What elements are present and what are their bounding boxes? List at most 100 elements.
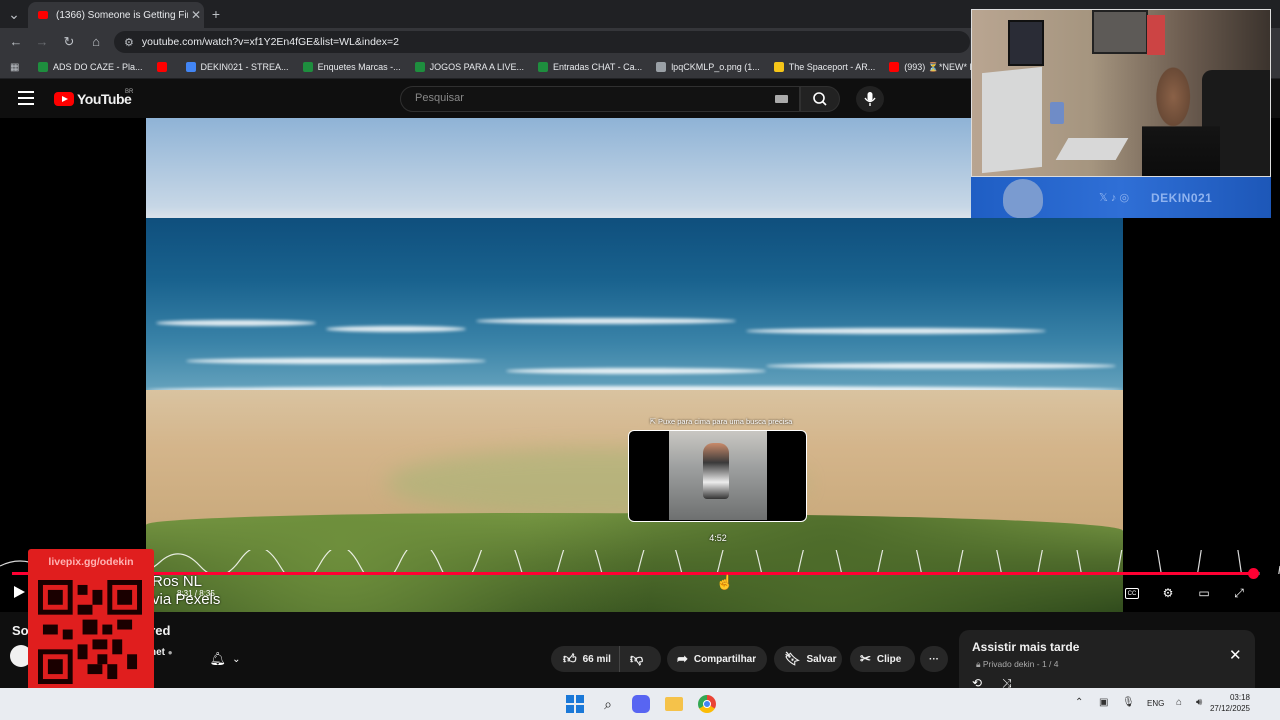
home-icon[interactable]: ⌂ (87, 33, 105, 51)
youtube-logo-icon[interactable] (54, 92, 74, 106)
tray-mic-icon[interactable]: 🎙︎ (1122, 697, 1135, 708)
network-icon[interactable]: ⌂ (1176, 697, 1182, 708)
preview-frame-image (669, 431, 767, 520)
video-sea (146, 218, 1123, 396)
search-button[interactable] (800, 86, 840, 112)
bookmark-favicon-icon (414, 62, 425, 72)
youtube-wordmark[interactable]: YouTube (77, 91, 132, 107)
address-bar[interactable]: ⚙ youtube.com/watch?v=xf1Y2En4fGE&list=W… (114, 31, 970, 53)
livepix-qr-overlay: livepix.gg/odekin (28, 549, 154, 694)
theater-mode-icon[interactable]: ▭ (1196, 586, 1212, 600)
hamburger-menu-icon[interactable] (18, 91, 34, 105)
site-info-icon[interactable]: ⚙ (124, 36, 134, 49)
bookmark-item[interactable]: DEKIN021 - STREA... (185, 62, 289, 72)
search-input[interactable] (413, 91, 767, 105)
bookmark-item[interactable]: ADS DO CAZE - Pla... (38, 62, 143, 72)
reload-icon[interactable]: ↻ (60, 33, 78, 51)
webcam-cup (1050, 102, 1064, 124)
livepix-url: livepix.gg/odekin (48, 556, 134, 568)
bookmark-label: DEKIN021 - STREA... (200, 62, 289, 72)
new-tab-icon[interactable]: + (208, 6, 224, 22)
notification-bell-button[interactable]: 🔔︎ ⌄ (196, 646, 254, 672)
share-button[interactable]: ➦ Compartilhar (667, 646, 767, 672)
windows-start-icon[interactable] (566, 695, 584, 713)
more-actions-button[interactable]: ··· (920, 646, 948, 672)
tray-chevron-icon[interactable]: ⌃ (1075, 697, 1083, 708)
seek-preview-hint: ⇱ Puxe para cima para uma busca precisa (649, 417, 793, 426)
like-count: 66 mil (582, 653, 611, 665)
forward-arrow-icon[interactable]: → (33, 33, 51, 51)
mouse-cursor-hand-icon: ☝ (716, 574, 734, 590)
settings-gear-icon[interactable]: ⚙ (1160, 586, 1176, 600)
more-dots-icon: ··· (929, 653, 939, 665)
file-explorer-icon[interactable] (665, 697, 683, 711)
voice-search-button[interactable] (856, 86, 884, 112)
bookmark-favicon-icon (185, 62, 196, 72)
bookmark-item[interactable]: The Spaceport - AR... (773, 62, 876, 72)
search-icon (813, 92, 827, 106)
playlist-title[interactable]: Assistir mais tarde (972, 640, 1079, 654)
keyboard-icon[interactable] (775, 95, 788, 103)
bookmark-item[interactable]: lpqCKMLP_o.png (1... (656, 62, 760, 72)
thumbs-up-icon: 👍︎ (563, 651, 577, 666)
discord-icon[interactable] (632, 695, 650, 713)
webcam-poster (1008, 20, 1044, 66)
taskbar-search-icon[interactable]: ⌕ (599, 695, 617, 713)
bookmark-favicon-icon (537, 62, 548, 72)
back-arrow-icon[interactable]: ← (7, 33, 25, 51)
scissors-icon: ✂ (860, 651, 871, 666)
bookmark-favicon-icon (302, 62, 313, 72)
country-code: BR (125, 89, 134, 95)
system-clock[interactable]: 03:18 27/12/2025 (1200, 692, 1250, 714)
clock-date: 27/12/2025 (1209, 704, 1250, 713)
webcam-poster (1147, 15, 1165, 55)
webcam-monitor (982, 66, 1042, 174)
bookmark-label: Entradas CHAT - Ca... (552, 62, 643, 72)
social-icons: 𝕏 ♪ ◎ (1099, 192, 1130, 204)
bookmark-item[interactable] (156, 62, 172, 72)
seek-preview-time: 4:52 (709, 533, 727, 543)
subtitles-icon[interactable]: CC (1125, 588, 1139, 599)
close-tab-icon[interactable]: ✕ (188, 8, 204, 22)
dislike-button[interactable]: 👎︎ (620, 651, 643, 667)
search-box (400, 86, 800, 112)
bookmark-item[interactable]: Enquetes Marcas -... (302, 62, 401, 72)
bookmark-icon: 🔖︎ (784, 651, 801, 666)
webcam-poster (1092, 10, 1148, 54)
bookmark-label: Enquetes Marcas -... (317, 62, 401, 72)
close-playlist-icon[interactable]: ✕ (1229, 646, 1242, 664)
save-button[interactable]: 🔖︎ Salvar (774, 646, 842, 672)
preview-person (703, 443, 729, 499)
bookmark-favicon-icon (38, 62, 48, 72)
bookmark-item[interactable]: Entradas CHAT - Ca... (537, 62, 643, 72)
clip-button[interactable]: ✂ Clipe (850, 646, 915, 672)
bookmark-favicon-icon (156, 62, 167, 72)
verified-badge-icon: ● (167, 648, 173, 657)
bookmark-favicon-icon (889, 62, 900, 72)
browser-tab-active[interactable]: (1366) Someone is Getting Fire ✕ (28, 2, 204, 28)
fullscreen-icon[interactable]: ⤢ (1231, 586, 1247, 600)
clock-time: 03:18 (1229, 693, 1250, 702)
tray-app-icon[interactable]: ▣ (1099, 697, 1108, 708)
apps-grid-icon[interactable]: ▦ (10, 62, 20, 73)
webcam-overlay (971, 9, 1271, 177)
share-arrow-icon: ➦ (677, 651, 688, 666)
microphone-icon (864, 92, 876, 106)
input-language[interactable]: ENG (1147, 699, 1164, 708)
bell-icon: 🔔︎ (209, 651, 227, 666)
webcam-keyboard (1055, 138, 1129, 160)
chrome-icon[interactable] (698, 695, 716, 713)
like-dislike-group: 👍︎ 66 mil 👎︎ (551, 646, 661, 672)
chevron-down-icon: ⌄ (232, 653, 241, 665)
progress-scrubber-handle[interactable] (1247, 568, 1259, 579)
tab-search-chevron-icon[interactable]: ⌄ (6, 6, 22, 23)
clip-label: Clipe (876, 653, 902, 665)
thumbs-down-icon: 👎︎ (629, 651, 644, 666)
share-label: Compartilhar (693, 653, 757, 665)
seek-preview-thumbnail (628, 430, 807, 522)
playlist-subtitle: 🔒︎ Privado dekin - 1 / 4 (976, 659, 1059, 669)
bookmark-label: The Spaceport - AR... (788, 62, 876, 72)
bookmark-item[interactable]: JOGOS PARA A LIVE... (414, 62, 524, 72)
like-button[interactable]: 👍︎ 66 mil (551, 646, 620, 672)
play-button-icon[interactable] (14, 586, 25, 598)
